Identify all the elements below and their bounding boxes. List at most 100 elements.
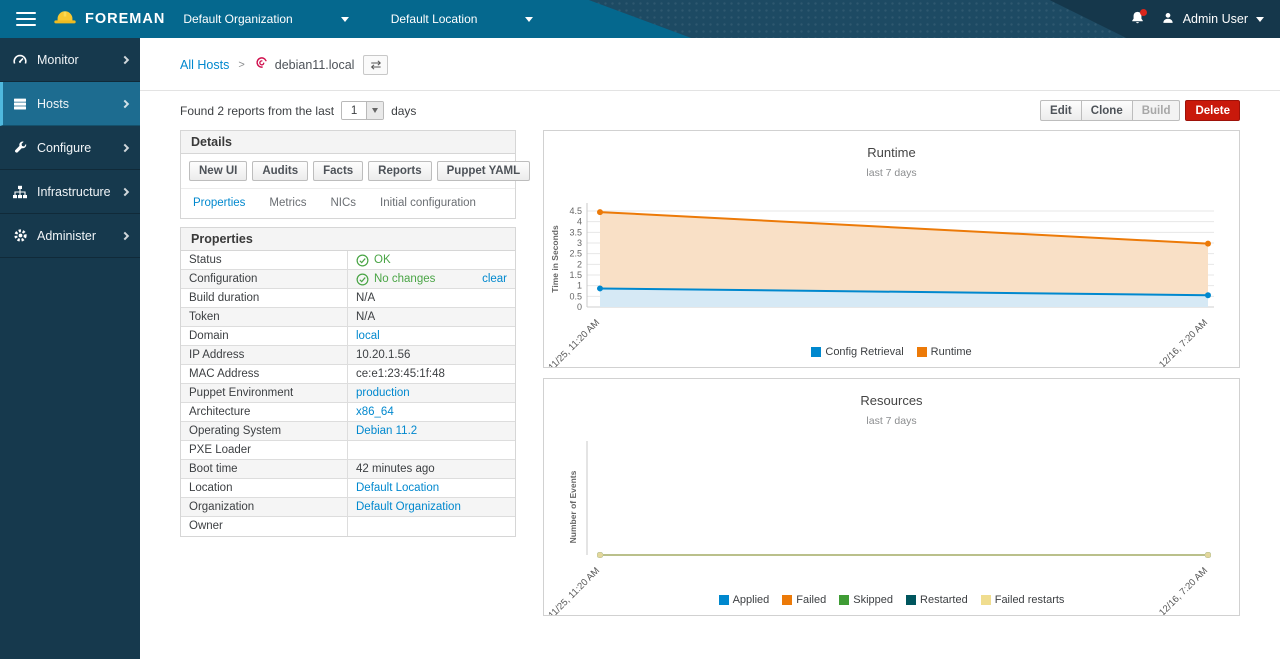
audits-button[interactable]: Audits [252,161,308,181]
tab-initial-configuration[interactable]: Initial configuration [380,197,476,209]
sidebar-item-infrastructure[interactable]: Infrastructure [0,170,140,214]
puppet-yaml-button[interactable]: Puppet YAML [437,161,530,181]
property-label: Operating System [181,422,348,440]
days-select-arrow[interactable] [366,102,383,119]
new-ui-button[interactable]: New UI [189,161,247,181]
user-name: Admin User [1183,12,1248,26]
legend-swatch [906,595,916,605]
properties-panel: Properties StatusOKConfigurationNo chang… [180,227,516,537]
sidebar-item-label: Configure [37,141,91,155]
chevron-down-icon [1256,17,1264,22]
legend-label: Restarted [920,594,968,606]
legend-item-restarted[interactable]: Restarted [906,594,968,606]
tab-nics[interactable]: NICs [330,197,356,209]
property-label: Domain [181,327,348,345]
main-content: All Hosts > debian11.local ⇄ Found 2 rep… [140,38,1280,659]
tab-properties[interactable]: Properties [193,197,245,209]
tab-metrics[interactable]: Metrics [269,197,306,209]
table-row: Puppet Environmentproduction [181,384,515,403]
svg-text:11/25, 11:20 AM: 11/25, 11:20 AM [546,317,602,367]
table-row: Build duration N/A [181,289,515,308]
delete-button[interactable]: Delete [1185,100,1240,121]
breadcrumb-all-hosts-link[interactable]: All Hosts [180,58,229,72]
facts-button[interactable]: Facts [313,161,363,181]
svg-text:1.5: 1.5 [569,270,582,280]
sidebar-item-monitor[interactable]: Monitor [0,38,140,82]
clear-link[interactable]: clear [482,273,507,285]
operating-system-link[interactable]: Debian 11.2 [356,425,417,437]
sidebar-item-configure[interactable]: Configure [0,126,140,170]
breadcrumb-separator: > [238,59,244,71]
reports-button[interactable]: Reports [368,161,431,181]
build-button[interactable]: Build [1133,100,1181,121]
legend-label: Skipped [853,594,893,606]
legend-item-failed-restarts[interactable]: Failed restarts [981,594,1065,606]
status-value: No changes [374,273,435,285]
legend-item-failed[interactable]: Failed [782,594,826,606]
details-panel: Details New UIAuditsFactsReportsPuppet Y… [180,130,516,219]
table-row: Operating System Debian 11.2 [181,422,515,441]
svg-text:Runtime: Runtime [867,145,915,160]
legend-item-applied[interactable]: Applied [719,594,770,606]
svg-text:4.5: 4.5 [569,206,582,216]
mac-address-value: ce:e1:23:45:1f:48 [356,368,445,380]
user-menu[interactable]: Admin User [1161,11,1264,28]
hard-hat-icon [52,7,78,31]
sidebar-item-administer[interactable]: Administer [0,214,140,258]
architecture-link[interactable]: x86_64 [356,406,394,418]
property-value: 10.20.1.56 [348,346,515,364]
table-row: Boot time42 minutes ago [181,460,515,479]
notifications-button[interactable] [1130,10,1145,29]
check-circle-icon [356,273,369,286]
legend-swatch [917,347,927,357]
domain-link[interactable]: local [356,330,380,342]
edit-button[interactable]: Edit [1040,100,1082,121]
build-duration-value: N/A [356,292,375,304]
details-tabs: Properties Metrics NICs Initial configurati… [181,188,515,218]
debian-icon [254,55,269,75]
legend-item-config-retrieval[interactable]: Config Retrieval [811,346,903,358]
properties-table: StatusOKConfigurationNo changesclearBuil… [181,251,515,536]
chevron-down-icon [525,17,533,22]
host-switcher-button[interactable]: ⇄ [363,55,388,75]
organization-switcher[interactable]: Default Organization [183,12,348,26]
foreman-logo: FOREMAN [52,7,165,31]
table-row: Domain local [181,327,515,346]
legend-item-runtime[interactable]: Runtime [917,346,972,358]
table-row: StatusOK [181,251,515,270]
svg-text:12/16, 7:20 AM: 12/16, 7:20 AM [1157,565,1210,615]
puppet-environment-link[interactable]: production [356,387,410,399]
sidebar-item-label: Infrastructure [37,185,111,199]
clone-button[interactable]: Clone [1082,100,1133,121]
property-label: Architecture [181,403,348,421]
legend-label: Failed restarts [995,594,1065,606]
chevron-right-icon [121,55,129,63]
svg-text:4: 4 [577,217,582,227]
location-link[interactable]: Default Location [356,482,439,494]
property-label: Build duration [181,289,348,307]
property-value [348,441,515,459]
sidebar-item-hosts[interactable]: Hosts [0,82,140,126]
property-value: Default Organization [348,498,515,516]
breadcrumb: All Hosts > debian11.local ⇄ [140,38,1280,91]
table-row: OrganizationDefault Organization [181,498,515,517]
legend-item-skipped[interactable]: Skipped [839,594,893,606]
days-select[interactable]: 1 [341,101,384,120]
legend-swatch [981,595,991,605]
legend-swatch [719,595,729,605]
sidebar-nav: MonitorHosts Configure Infrastructure Admin… [0,38,140,659]
organization-link[interactable]: Default Organization [356,501,461,513]
runtime-chart: Runtimelast 7 days00.511.522.533.544.5Ti… [545,131,1238,367]
hamburger-menu-button[interactable] [16,12,36,26]
location-switcher[interactable]: Default Location [391,12,534,26]
svg-text:0.5: 0.5 [569,291,582,301]
property-value: x86_64 [348,403,515,421]
property-label: Owner [181,517,348,536]
svg-text:3.5: 3.5 [569,227,582,237]
configure-icon [12,140,28,156]
property-value [348,517,515,536]
details-buttons: New UIAuditsFactsReportsPuppet YAML [181,154,515,188]
property-label: PXE Loader [181,441,348,459]
property-value: Debian 11.2 [348,422,515,440]
svg-text:2.5: 2.5 [569,249,582,259]
